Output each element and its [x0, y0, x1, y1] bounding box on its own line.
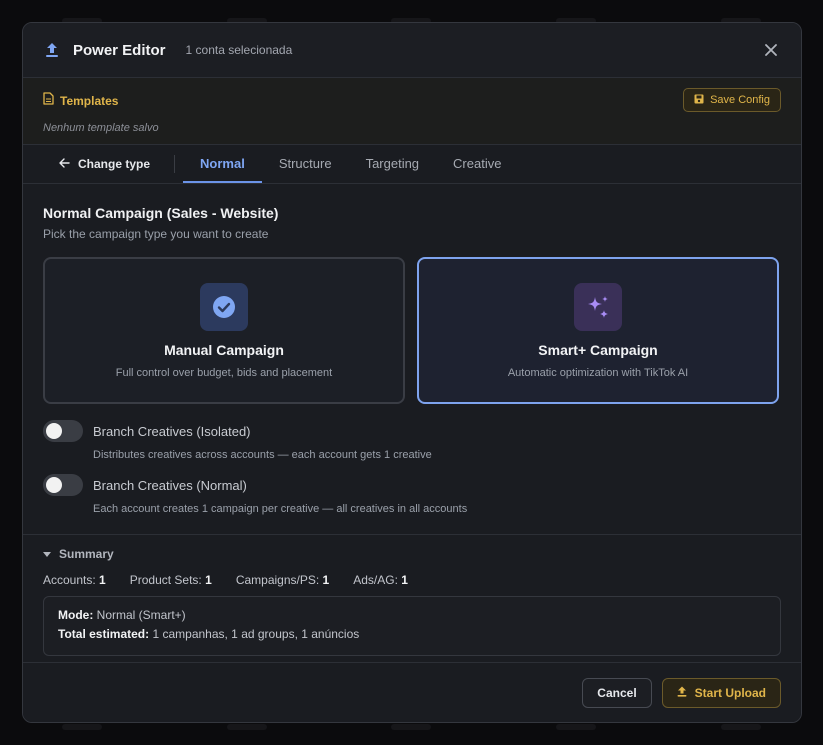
tab-structure[interactable]: Structure — [262, 145, 349, 183]
summary-total: Total estimated: 1 campanhas, 1 ad group… — [58, 627, 360, 641]
start-upload-label: Start Upload — [694, 685, 766, 700]
count-product-sets: Product Sets: 1 — [129, 573, 212, 587]
close-button[interactable] — [761, 40, 781, 60]
card-title: Manual Campaign — [164, 342, 284, 358]
modal-footer: Cancel Start Upload — [23, 662, 801, 722]
card-description: Full control over budget, bids and place… — [115, 367, 333, 379]
branch-isolated-toggle[interactable] — [43, 420, 83, 442]
card-title: Smart+ Campaign — [538, 342, 658, 358]
start-upload-button[interactable]: Start Upload — [661, 677, 781, 708]
section-title: Normal Campaign (Sales - Website) — [43, 205, 279, 221]
upload-icon — [677, 686, 687, 700]
save-config-button[interactable]: Save Config — [683, 88, 781, 112]
tab-targeting[interactable]: Targeting — [349, 145, 436, 183]
save-icon — [694, 94, 704, 107]
count-campaigns-per-ps: Campaigns/PS: 1 — [235, 573, 330, 587]
toggle-description: Each account creates 1 campaign per crea… — [93, 503, 468, 515]
templates-title: Templates — [60, 94, 119, 108]
upload-icon — [43, 41, 61, 59]
branch-normal-option: Branch Creatives (Normal) Each account c… — [43, 474, 781, 515]
cancel-button[interactable]: Cancel — [582, 677, 652, 708]
section-subtitle: Pick the campaign type you want to creat… — [43, 227, 269, 241]
save-config-label: Save Config — [710, 94, 770, 106]
tab-creative[interactable]: Creative — [436, 145, 518, 183]
branch-isolated-option: Branch Creatives (Isolated) Distributes … — [43, 420, 781, 461]
summary-section: Summary Accounts: 1 Product Sets: 1 Camp… — [23, 534, 801, 656]
power-editor-modal: Power Editor 1 conta selecionada Templat… — [22, 22, 802, 723]
file-icon — [43, 92, 54, 110]
modal-title: Power Editor — [73, 41, 166, 59]
card-description: Automatic optimization with TikTok AI — [507, 367, 689, 379]
toggle-label: Branch Creatives (Isolated) — [93, 423, 251, 439]
summary-toggle[interactable]: Summary — [43, 547, 781, 561]
count-accounts: Accounts: 1 — [43, 573, 106, 587]
summary-title: Summary — [59, 547, 114, 561]
modal-header: Power Editor 1 conta selecionada — [23, 23, 801, 78]
toggle-description: Distributes creatives across accounts — … — [93, 449, 432, 461]
check-circle-icon — [200, 283, 248, 331]
campaign-type-section: Normal Campaign (Sales - Website) Pick t… — [23, 205, 801, 515]
summary-mode: Mode: Normal (Smart+) — [58, 608, 186, 622]
tab-divider — [174, 155, 176, 173]
change-type-button[interactable]: Change type — [43, 145, 166, 183]
branch-normal-toggle[interactable] — [43, 474, 83, 496]
tab-bar: Change type Normal Structure Targeting C… — [23, 145, 801, 184]
summary-box: Mode: Normal (Smart+) Total estimated: 1… — [43, 596, 781, 656]
count-ads-per-ag: Ads/AG: 1 — [353, 573, 408, 587]
sparkles-icon — [574, 283, 622, 331]
manual-campaign-card[interactable]: Manual Campaign Full control over budget… — [43, 257, 405, 404]
arrow-left-icon — [59, 157, 70, 171]
templates-section: Templates Nenhum template salvo Save Con… — [23, 78, 801, 145]
tab-normal[interactable]: Normal — [183, 145, 262, 183]
close-icon — [765, 44, 777, 56]
smart-plus-campaign-card[interactable]: Smart+ Campaign Automatic optimization w… — [417, 257, 779, 404]
campaign-type-cards: Manual Campaign Full control over budget… — [43, 257, 781, 404]
toggle-label: Branch Creatives (Normal) — [93, 477, 247, 493]
caret-down-icon — [43, 547, 51, 561]
summary-counts: Accounts: 1 Product Sets: 1 Campaigns/PS… — [43, 573, 781, 587]
selected-accounts-count: 1 conta selecionada — [185, 43, 293, 57]
templates-empty-text: Nenhum template salvo — [43, 122, 159, 134]
change-type-label: Change type — [78, 157, 151, 171]
